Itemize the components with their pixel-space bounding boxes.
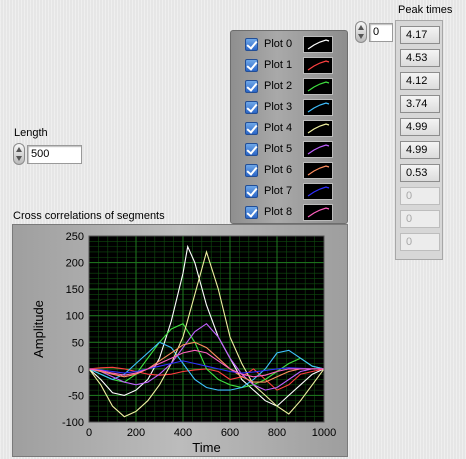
plot-visible-checkbox[interactable] <box>245 185 258 198</box>
swatch-line <box>307 165 330 176</box>
peak-times-index-stepper[interactable] <box>355 21 367 43</box>
peak-time-cell[interactable]: 0.53 <box>400 164 440 182</box>
peak-times-index-input[interactable]: 0 <box>369 23 393 42</box>
plot-style-swatch[interactable] <box>303 120 333 137</box>
swatch-line <box>307 123 330 134</box>
length-label: Length <box>14 127 48 139</box>
peak-times-array: 4.17 4.53 4.12 3.74 4.99 4.99 0.53 0 0 0 <box>395 20 443 260</box>
y-axis-label: Amplitude <box>31 300 46 358</box>
swatch-line <box>307 60 330 71</box>
graph-title: Cross correlations of segments <box>13 210 165 222</box>
plot-visible-checkbox[interactable] <box>245 122 258 135</box>
length-input[interactable]: 500 <box>27 145 82 164</box>
legend-label: Plot 1 <box>264 59 293 71</box>
plot-style-swatch[interactable] <box>303 57 333 74</box>
swatch-line <box>307 144 330 155</box>
legend-row-3[interactable]: Plot 3 <box>245 99 345 117</box>
legend-row-2[interactable]: Plot 2 <box>245 78 345 96</box>
swatch-line <box>307 102 330 113</box>
legend-row-8[interactable]: Plot 8 <box>245 204 345 222</box>
y-tick-label: 100 <box>66 311 84 323</box>
legend-label: Plot 7 <box>264 185 293 197</box>
legend-label: Plot 2 <box>264 80 293 92</box>
peak-time-cell[interactable]: 3.74 <box>400 95 440 113</box>
plot-visible-checkbox[interactable] <box>245 164 258 177</box>
plot-style-swatch[interactable] <box>303 141 333 158</box>
peak-time-cell[interactable]: 0 <box>400 187 440 205</box>
length-stepper[interactable] <box>13 143 25 165</box>
y-tick-label: 50 <box>72 337 84 349</box>
waveform-graph[interactable]: 0 200 400 600 800 1000 250 200 150 100 50 0 -50 -100 T… <box>12 224 348 457</box>
plot-style-swatch[interactable] <box>303 183 333 200</box>
y-tick-label: 0 <box>78 364 84 376</box>
plot-visible-checkbox[interactable] <box>245 38 258 51</box>
peak-time-cell[interactable]: 4.53 <box>400 49 440 67</box>
plot-style-swatch[interactable] <box>303 162 333 179</box>
plot-legend: Plot 0 Plot 1 Plot 2 Plot 3 Plot 4 Plot 5 Plot… <box>230 30 348 224</box>
plot-visible-checkbox[interactable] <box>245 206 258 219</box>
graph-canvas[interactable]: 0 200 400 600 800 1000 250 200 150 100 50 0 -50 -100 T… <box>13 225 349 458</box>
legend-label: Plot 5 <box>264 143 293 155</box>
plot-style-swatch[interactable] <box>303 99 333 116</box>
peak-time-cell[interactable]: 4.99 <box>400 141 440 159</box>
legend-row-5[interactable]: Plot 5 <box>245 141 345 159</box>
legend-row-0[interactable]: Plot 0 <box>245 36 345 54</box>
increment-arrow-icon[interactable] <box>358 25 364 30</box>
plot-style-swatch[interactable] <box>303 78 333 95</box>
x-tick-label: 0 <box>86 427 92 439</box>
peak-time-cell[interactable]: 0 <box>400 210 440 228</box>
legend-row-1[interactable]: Plot 1 <box>245 57 345 75</box>
increment-arrow-icon[interactable] <box>16 147 22 152</box>
peak-times-label: Peak times <box>398 4 453 16</box>
plot-visible-checkbox[interactable] <box>245 143 258 156</box>
x-tick-label: 1000 <box>312 427 336 439</box>
y-tick-label: 150 <box>66 284 84 296</box>
plot-style-swatch[interactable] <box>303 204 333 221</box>
legend-row-4[interactable]: Plot 4 <box>245 120 345 138</box>
peak-time-cell[interactable]: 0 <box>400 233 440 251</box>
swatch-line <box>307 39 330 50</box>
plot-area <box>89 236 324 422</box>
plot-visible-checkbox[interactable] <box>245 59 258 72</box>
legend-row-7[interactable]: Plot 7 <box>245 183 345 201</box>
plot-style-swatch[interactable] <box>303 36 333 53</box>
legend-label: Plot 4 <box>264 122 293 134</box>
x-tick-label: 600 <box>221 427 239 439</box>
peak-time-cell[interactable]: 4.17 <box>400 26 440 44</box>
decrement-arrow-icon[interactable] <box>16 156 22 161</box>
legend-label: Plot 8 <box>264 206 293 218</box>
y-tick-label: -50 <box>68 390 84 402</box>
legend-label: Plot 0 <box>264 38 293 50</box>
x-axis-label: Time <box>192 440 220 455</box>
plot-visible-checkbox[interactable] <box>245 101 258 114</box>
swatch-line <box>307 81 330 92</box>
swatch-line <box>307 207 330 218</box>
peak-time-cell[interactable]: 4.99 <box>400 118 440 136</box>
x-tick-label: 200 <box>127 427 145 439</box>
x-tick-label: 400 <box>174 427 192 439</box>
legend-row-6[interactable]: Plot 6 <box>245 162 345 180</box>
legend-label: Plot 3 <box>264 101 293 113</box>
y-tick-label: 250 <box>66 231 84 243</box>
plot-visible-checkbox[interactable] <box>245 80 258 93</box>
y-tick-label: -100 <box>62 417 84 429</box>
legend-label: Plot 6 <box>264 164 293 176</box>
swatch-line <box>307 186 330 197</box>
y-tick-label: 200 <box>66 258 84 270</box>
decrement-arrow-icon[interactable] <box>358 34 364 39</box>
x-tick-label: 800 <box>268 427 286 439</box>
peak-time-cell[interactable]: 4.12 <box>400 72 440 90</box>
